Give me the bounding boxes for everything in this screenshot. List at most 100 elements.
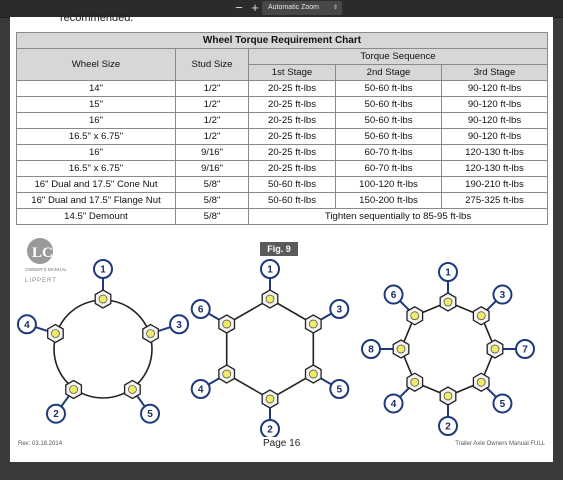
cell: 1/2" bbox=[175, 96, 249, 113]
cell: 14.5" Demount bbox=[16, 208, 176, 225]
cell: 5/8" bbox=[175, 208, 249, 225]
cell: 9/16" bbox=[175, 144, 249, 161]
sequence-number: 1 bbox=[445, 268, 451, 279]
cell: 16.5" x 6.75" bbox=[16, 128, 176, 145]
cell: 16" bbox=[16, 112, 176, 129]
lug-stud bbox=[490, 344, 500, 354]
cell: 16" bbox=[16, 144, 176, 161]
cell: 120-130 ft-lbs bbox=[441, 144, 548, 161]
lug-stud bbox=[265, 394, 275, 404]
lug-stud bbox=[443, 297, 453, 307]
lug-stud bbox=[308, 319, 318, 329]
header-wheel-size: Wheel Size bbox=[16, 48, 176, 81]
header-stage-3: 3rd Stage bbox=[441, 64, 548, 81]
cell: 20-25 ft-lbs bbox=[247, 96, 337, 113]
zoom-in-button[interactable]: + bbox=[248, 1, 262, 15]
sequence-number: 4 bbox=[198, 385, 204, 396]
lug-diagram: 1 3 7 5 2 4 8 6 bbox=[361, 262, 535, 436]
sequence-number: 6 bbox=[198, 305, 204, 316]
table-row: 16" 9/16" 20-25 ft-lbs 60-70 ft-lbs 120-130 … bbox=[16, 144, 548, 161]
sequence-number: 4 bbox=[391, 399, 397, 410]
sequence-number: 1 bbox=[100, 265, 106, 276]
lug-nut-sequence-diagrams: 1 3 5 2 4 1 3 5 2 4 6 1 3 7 5 2 4 8 6 bbox=[16, 259, 535, 437]
lug-diagram: 1 3 5 2 4 6 bbox=[190, 259, 350, 437]
lug-stud bbox=[98, 294, 108, 304]
table-row: 14" 1/2" 20-25 ft-lbs 50-60 ft-lbs 90-120 ft… bbox=[16, 80, 548, 97]
sequence-number: 8 bbox=[368, 345, 374, 356]
sequence-number: 2 bbox=[267, 425, 273, 436]
lug-stud bbox=[396, 344, 406, 354]
cell: 20-25 ft-lbs bbox=[247, 112, 337, 129]
page-number: Page 16 bbox=[263, 438, 301, 449]
header-stage-1: 1st Stage bbox=[247, 64, 337, 81]
pdf-page: recommended. Wheel Torque Requirement Ch… bbox=[10, 12, 553, 462]
sequence-number: 3 bbox=[176, 320, 182, 331]
sequence-number: 2 bbox=[53, 409, 59, 420]
wheel-rim-outline bbox=[225, 298, 315, 400]
lug-stud bbox=[410, 377, 420, 387]
manual-title: Trailer Axle Owners Manual FULL bbox=[455, 441, 545, 447]
figure-label: Fig. 9 bbox=[260, 242, 298, 256]
sequence-number: 2 bbox=[445, 422, 451, 433]
sequence-number: 4 bbox=[24, 320, 30, 331]
sequence-number: 5 bbox=[337, 385, 343, 396]
lug-stud bbox=[476, 311, 486, 321]
cell: 20-25 ft-lbs bbox=[247, 128, 337, 145]
cell-demount-note: Tighten sequentially to 85-95 ft-lbs bbox=[248, 208, 548, 225]
table-row: 16.5" x 6.75" 9/16" 20-25 ft-lbs 60-70 ft-l… bbox=[16, 160, 548, 177]
cell: 20-25 ft-lbs bbox=[247, 160, 337, 177]
cell: 50-60 ft-lbs bbox=[247, 176, 337, 193]
cell: 90-120 ft-lbs bbox=[441, 96, 548, 113]
table-row: 15" 1/2" 20-25 ft-lbs 50-60 ft-lbs 90-120 ft… bbox=[16, 96, 548, 113]
cell: 90-120 ft-lbs bbox=[441, 112, 548, 129]
cell: 5/8" bbox=[175, 192, 249, 209]
sequence-number: 1 bbox=[267, 265, 273, 276]
zoom-select[interactable]: Automatic Zoom ⇕ bbox=[262, 1, 342, 15]
lug-stud bbox=[146, 329, 155, 338]
cell: 150-200 ft-lbs bbox=[335, 192, 442, 209]
sequence-number: 5 bbox=[500, 399, 506, 410]
lug-stud bbox=[410, 311, 420, 321]
table-row: 14.5" Demount 5/8" Tighten sequentially … bbox=[16, 208, 548, 225]
cell: 20-25 ft-lbs bbox=[247, 144, 337, 161]
cell: 16.5" x 6.75" bbox=[16, 160, 176, 177]
cell: 275-325 ft-lbs bbox=[441, 192, 548, 209]
cell: 190-210 ft-lbs bbox=[441, 176, 548, 193]
lug-stud bbox=[51, 329, 60, 338]
sequence-number: 6 bbox=[391, 290, 397, 301]
table-row: 16" Dual and 17.5" Flange Nut 5/8" 50-60 f… bbox=[16, 192, 548, 209]
cell: 1/2" bbox=[175, 112, 249, 129]
lug-stud bbox=[69, 385, 78, 394]
cell: 5/8" bbox=[175, 176, 249, 193]
cell: 20-25 ft-lbs bbox=[247, 80, 337, 97]
lug-diagram: 1 3 5 2 4 bbox=[16, 259, 190, 424]
header-stage-2: 2nd Stage bbox=[335, 64, 442, 81]
cell: 15" bbox=[16, 96, 176, 113]
lug-stud bbox=[128, 385, 137, 394]
cell: 50-60 ft-lbs bbox=[335, 128, 442, 145]
cell: 120-130 ft-lbs bbox=[441, 160, 548, 177]
table-title: Wheel Torque Requirement Chart bbox=[16, 32, 548, 49]
cell: 90-120 ft-lbs bbox=[441, 128, 548, 145]
zoom-select-label: Automatic Zoom bbox=[268, 4, 319, 11]
sequence-number: 3 bbox=[500, 290, 506, 301]
lug-stud bbox=[476, 377, 486, 387]
table-row: 16.5" x 6.75" 1/2" 20-25 ft-lbs 50-60 ft-lb… bbox=[16, 128, 548, 145]
sequence-number: 7 bbox=[522, 345, 528, 356]
zoom-arrow-icon: ⇕ bbox=[332, 5, 338, 11]
header-stud-size: Stud Size bbox=[175, 48, 249, 81]
zoom-out-button[interactable]: − bbox=[232, 1, 246, 15]
table-row: 16" 1/2" 20-25 ft-lbs 50-60 ft-lbs 90-120 ft… bbox=[16, 112, 548, 129]
table-row: 16" Dual and 17.5" Cone Nut 5/8" 50-60 ft-… bbox=[16, 176, 548, 193]
cell: 50-60 ft-lbs bbox=[247, 192, 337, 209]
cut-off-text: recommended. bbox=[60, 12, 134, 24]
cell: 16" Dual and 17.5" Cone Nut bbox=[16, 176, 176, 193]
cell: 9/16" bbox=[175, 160, 249, 177]
cell: 60-70 ft-lbs bbox=[335, 144, 442, 161]
lug-stud bbox=[222, 369, 232, 379]
cell: 100-120 ft-lbs bbox=[335, 176, 442, 193]
cell: 50-60 ft-lbs bbox=[335, 80, 442, 97]
header-torque-sequence: Torque Sequence bbox=[248, 48, 548, 65]
cell: 50-60 ft-lbs bbox=[335, 96, 442, 113]
sequence-number: 5 bbox=[147, 409, 153, 420]
